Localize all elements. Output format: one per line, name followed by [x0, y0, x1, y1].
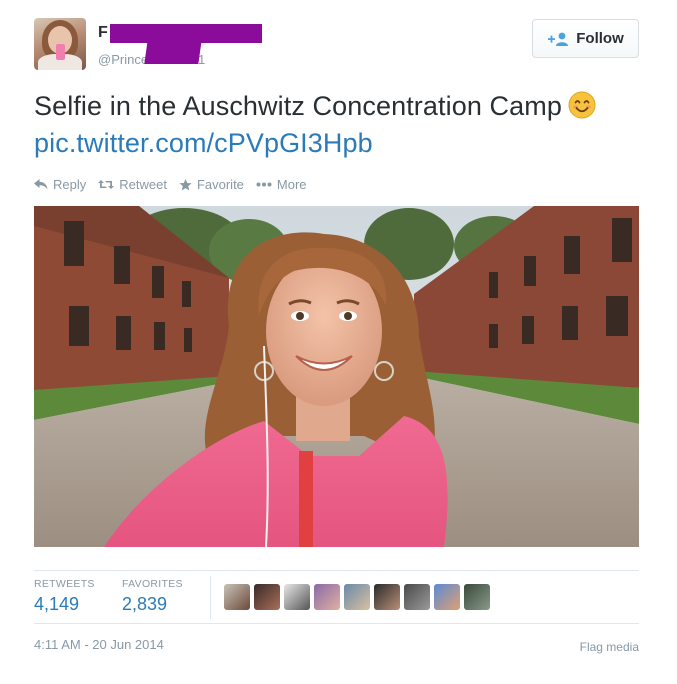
retweets-count: 4,149	[34, 594, 80, 614]
reply-button[interactable]: Reply	[34, 177, 86, 192]
reply-label: Reply	[53, 177, 87, 192]
favoriter-avatar[interactable]	[374, 584, 400, 610]
more-dots-icon	[256, 182, 272, 187]
favoriter-avatar[interactable]	[284, 584, 310, 610]
add-user-icon	[548, 32, 569, 46]
tweet-text: Selfie in the Auschwitz Concentration Ca…	[34, 88, 634, 162]
follow-button[interactable]: Follow	[532, 19, 639, 58]
favoriter-avatar[interactable]	[314, 584, 340, 610]
favoriter-avatar[interactable]	[464, 584, 490, 610]
retweet-label: Retweet	[119, 177, 167, 192]
tweet-timestamp[interactable]: 4:11 AM - 20 Jun 2014	[34, 637, 164, 652]
favorite-label: Favorite	[196, 177, 244, 192]
favorites-stat[interactable]: FAVORITES 2,839	[122, 578, 183, 615]
retweet-button[interactable]: Retweet	[98, 177, 167, 192]
follow-button-label: Follow	[576, 30, 624, 47]
smiling-face-emoji-icon	[568, 91, 596, 119]
favorites-label: FAVORITES	[122, 578, 183, 590]
author-avatar[interactable]	[34, 18, 86, 70]
tweet-body: Selfie in the Auschwitz Concentration Ca…	[34, 91, 562, 121]
more-label: More	[276, 177, 307, 192]
star-icon	[179, 178, 192, 190]
favoriter-avatar[interactable]	[224, 584, 250, 610]
favoriter-avatar[interactable]	[404, 584, 430, 610]
retweets-label: RETWEETS	[34, 578, 95, 590]
retweet-icon	[98, 180, 115, 189]
favoriter-avatar[interactable]	[344, 584, 370, 610]
favoriter-avatar[interactable]	[254, 584, 280, 610]
author-name-fragment: F	[98, 24, 108, 41]
favoriter-avatar[interactable]	[434, 584, 460, 610]
favorite-button[interactable]: Favorite	[179, 177, 244, 192]
tweet-media-link[interactable]: pic.twitter.com/cPVpGI3Hpb	[34, 128, 373, 158]
favoriter-avatars	[224, 584, 490, 610]
stats-bottom-divider	[34, 623, 639, 624]
tweet-photo[interactable]	[34, 206, 639, 547]
stats-separator	[210, 576, 211, 619]
reply-icon	[34, 179, 48, 190]
tweet-actions: Reply Retweet Favorite More	[34, 177, 319, 192]
stats-top-divider	[34, 570, 639, 571]
more-button[interactable]: More	[256, 177, 307, 192]
flag-media-link[interactable]: Flag media	[580, 640, 639, 654]
author-handle-start: @Prince	[98, 52, 149, 67]
favorites-count: 2,839	[122, 594, 168, 614]
retweets-stat[interactable]: RETWEETS 4,149	[34, 578, 95, 615]
handle-redaction-bar	[144, 40, 202, 64]
